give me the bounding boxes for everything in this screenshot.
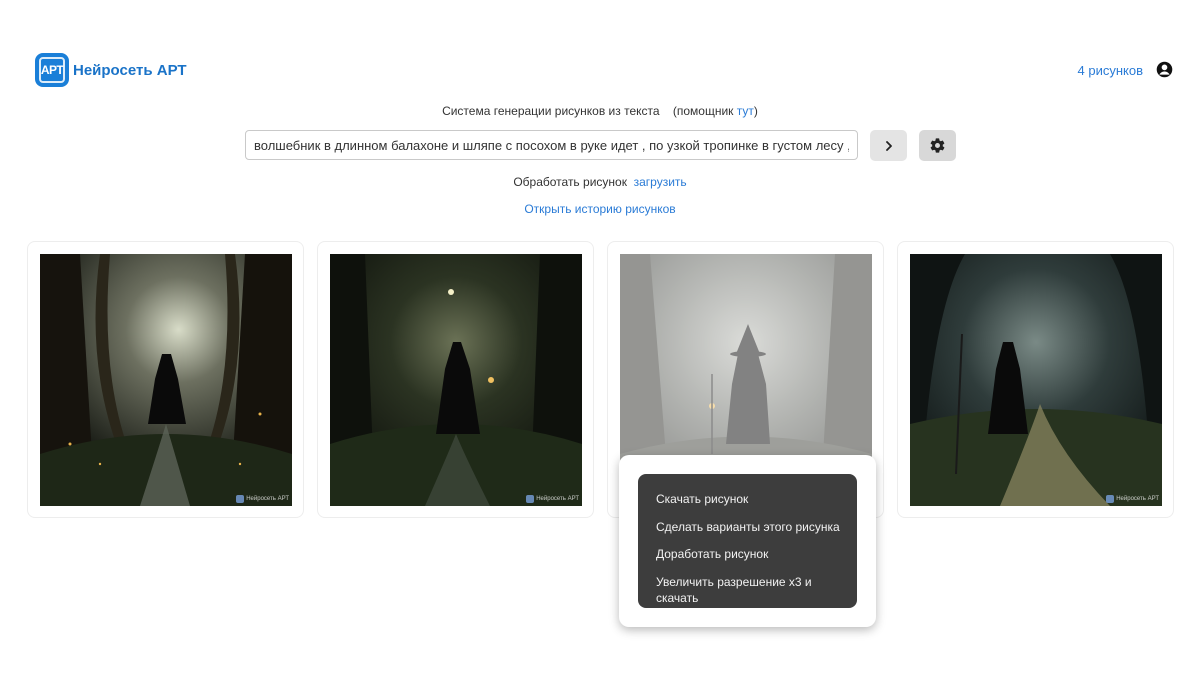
forest-wizard-image xyxy=(330,254,582,506)
helper-link[interactable]: тут xyxy=(737,104,754,118)
image-count-link[interactable]: 4 рисунков xyxy=(1078,63,1143,78)
watermark-logo-icon xyxy=(526,495,535,503)
chevron-right-icon xyxy=(885,140,892,151)
generated-image[interactable]: Нейросеть АРТ xyxy=(330,254,582,506)
image-card[interactable]: Нейросеть АРТ xyxy=(317,241,594,518)
watermark: Нейросеть АРТ xyxy=(236,495,289,503)
logo[interactable]: АРТ Нейросеть АРТ xyxy=(35,53,187,87)
generated-image[interactable]: Нейросеть АРТ xyxy=(40,254,292,506)
context-menu-popover: Скачать рисунок Сделать варианты этого р… xyxy=(619,455,876,627)
menu-item-upscale-download[interactable]: Увеличить разрешение x3 и скачать xyxy=(638,574,857,605)
history-link[interactable]: Открыть историю рисунков xyxy=(0,202,1200,216)
forest-wizard-image xyxy=(40,254,292,506)
watermark-logo-icon xyxy=(236,495,245,503)
process-label: Обработать рисунок xyxy=(513,175,627,189)
process-row: Обработать рисунок загрузить xyxy=(0,175,1200,189)
settings-button[interactable] xyxy=(919,130,956,161)
watermark: Нейросеть АРТ xyxy=(1106,495,1159,503)
generate-button[interactable] xyxy=(870,130,907,161)
menu-item-download[interactable]: Скачать рисунок xyxy=(638,491,857,519)
menu-item-refine[interactable]: Доработать рисунок xyxy=(638,546,857,574)
subtitle: Система генерации рисунков из текста (по… xyxy=(0,104,1200,118)
helper-open: (помощник xyxy=(672,104,737,118)
logo-badge-icon: АРТ xyxy=(35,53,69,87)
upload-link[interactable]: загрузить xyxy=(634,175,687,189)
image-card[interactable]: Нейросеть АРТ xyxy=(27,241,304,518)
subtitle-text: Система генерации рисунков из текста xyxy=(442,104,660,118)
helper-close: ) xyxy=(753,104,758,118)
watermark: Нейросеть АРТ xyxy=(526,495,579,503)
menu-item-make-variants[interactable]: Сделать варианты этого рисунка xyxy=(638,519,857,547)
forest-wizard-image xyxy=(910,254,1162,506)
generated-image[interactable]: Нейросеть АРТ xyxy=(910,254,1162,506)
context-menu: Скачать рисунок Сделать варианты этого р… xyxy=(638,474,857,608)
logo-text: Нейросеть АРТ xyxy=(73,61,187,79)
user-account-icon[interactable] xyxy=(1156,61,1173,78)
gear-icon xyxy=(930,138,945,153)
image-card[interactable]: Нейросеть АРТ xyxy=(897,241,1174,518)
prompt-input[interactable] xyxy=(245,130,858,160)
watermark-logo-icon xyxy=(1106,495,1115,503)
